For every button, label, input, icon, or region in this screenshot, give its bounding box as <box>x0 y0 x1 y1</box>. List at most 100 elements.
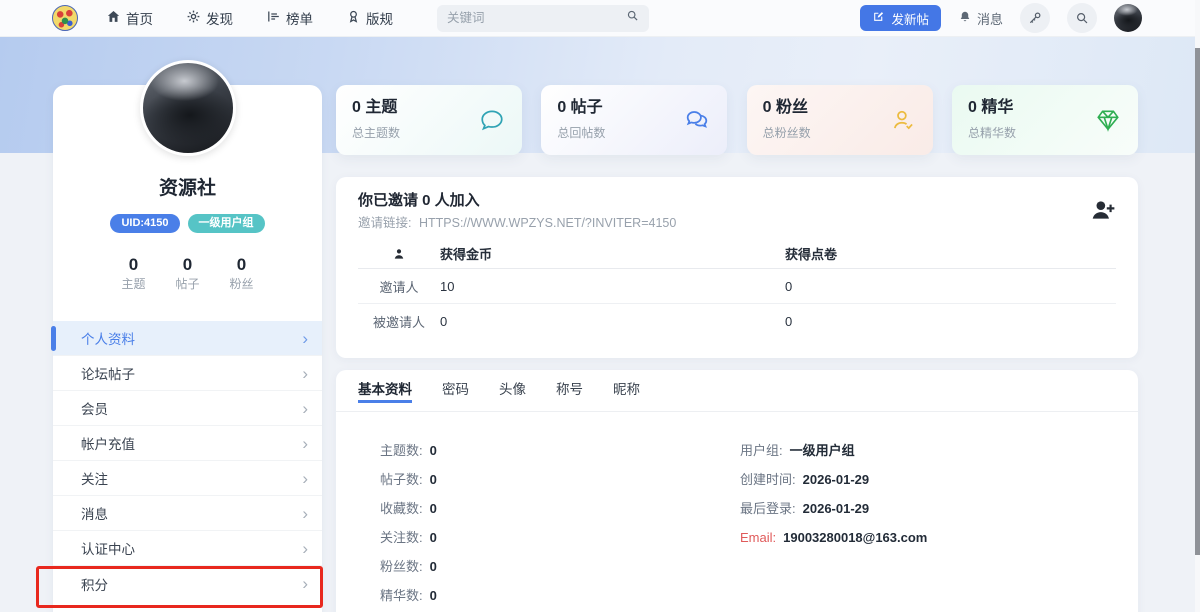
col-points-header: 获得点卷 <box>785 247 838 262</box>
field-post-count: 帖子数: 0 <box>380 472 437 487</box>
diamond-icon <box>1095 107 1121 133</box>
forum-profile-page: 首页 发现 榜单 版规 发新帖 <box>0 0 1200 612</box>
chevron-right-icon: › <box>302 363 308 383</box>
nav-link-ranking[interactable]: 榜单 <box>266 8 313 28</box>
user-avatar[interactable] <box>1114 4 1142 32</box>
person-icon <box>358 247 440 261</box>
scrollbar-track[interactable] <box>1195 0 1200 612</box>
group-badge: 一级用户组 <box>187 214 265 233</box>
sidebar-item-verification[interactable]: 认证中心 › <box>53 531 322 566</box>
navbar-search <box>437 4 649 32</box>
chevron-right-icon: › <box>302 433 308 453</box>
nav-links: 首页 发现 榜单 版规 <box>106 8 393 28</box>
table-row: 被邀请人 0 0 <box>372 314 793 330</box>
profile-panel: 基本资料 密码 头像 称号 昵称 主题数: 0 帖子数: 0 收藏数: 0 关注数: 0 <box>336 370 1138 612</box>
field-user-group: 用户组: 一级用户组 <box>740 443 855 458</box>
profile-tabs: 基本资料 密码 头像 称号 昵称 <box>336 370 1138 412</box>
field-email: Email: 19003280018@163.com <box>740 530 928 545</box>
chevron-right-icon: › <box>302 468 308 488</box>
field-following-count: 关注数: 0 <box>380 530 437 545</box>
field-topic-count: 主题数: 0 <box>380 443 437 458</box>
sidebar-item-profile[interactable]: 个人资料 › <box>51 321 322 356</box>
tab-avatar[interactable]: 头像 <box>499 378 526 403</box>
person-check-icon <box>890 107 916 133</box>
chevron-right-icon: › <box>302 538 308 558</box>
messages-button[interactable]: 消息 <box>958 9 1003 28</box>
stat-cards: 0 主题 总主题数 0 帖子 总回帖数 0 粉丝 总粉丝数 0 精华 总精华数 <box>336 85 1138 155</box>
nav-link-label: 发现 <box>206 12 233 27</box>
chat-bubble-icon <box>479 107 505 133</box>
nav-link-label: 首页 <box>126 12 153 27</box>
uid-badge: UID:4150 <box>110 214 180 233</box>
chat-double-icon <box>684 107 710 133</box>
table-row: 邀请人 10 0 <box>358 269 1116 304</box>
rules-icon <box>346 9 361 27</box>
profile-right-column: 用户组: 一级用户组 创建时间: 2026-01-29 最后登录: 2026-01-2… <box>740 442 927 612</box>
sidebar-stats: 0 主题 0 帖子 0 粉丝 <box>53 255 322 291</box>
sidebar-avatar[interactable] <box>139 60 236 156</box>
new-post-label: 发新帖 <box>891 12 929 27</box>
field-essence-count: 精华数: 0 <box>380 588 437 603</box>
search-button-icon[interactable] <box>1067 3 1097 33</box>
nav-link-home[interactable]: 首页 <box>106 8 153 28</box>
field-created-date: 创建时间: 2026-01-29 <box>740 472 870 487</box>
invite-info: 你已邀请 0 人加入 邀请链接: HTTPS://WWW.WPZYS.NET/?… <box>358 191 676 231</box>
invite-link-url[interactable]: HTTPS://WWW.WPZYS.NET/?INVITER=4150 <box>419 216 676 230</box>
tab-basic-info[interactable]: 基本资料 <box>358 378 412 403</box>
home-icon <box>106 9 121 27</box>
field-favorite-count: 收藏数: 0 <box>380 501 437 516</box>
sidebar-item-forum-posts[interactable]: 论坛帖子 › <box>53 356 322 391</box>
invite-table: 获得金币 获得点卷 邀请人 10 0 被邀请人 0 0 <box>358 239 1116 339</box>
nav-link-label: 版规 <box>366 12 393 27</box>
nav-link-discover[interactable]: 发现 <box>186 8 233 28</box>
field-fans-count: 粉丝数: 0 <box>380 559 437 574</box>
col-gold-header: 获得金币 <box>440 247 493 262</box>
new-post-button[interactable]: 发新帖 <box>860 5 941 31</box>
search-input[interactable] <box>447 11 626 25</box>
scrollbar-thumb[interactable] <box>1195 48 1200 555</box>
field-last-login: 最后登录: 2026-01-29 <box>740 501 870 516</box>
profile-left-column: 主题数: 0 帖子数: 0 收藏数: 0 关注数: 0 粉丝数: 0 精华数: 0 <box>380 442 740 612</box>
stat-card-topics: 0 主题 总主题数 <box>336 85 522 155</box>
key-icon[interactable] <box>1020 3 1050 33</box>
sidebar-menu: 个人资料 › 论坛帖子 › 会员 › 帐户充值 › 关注 › 消息 › 认证中心 › 积分 › <box>51 321 322 601</box>
stat-topics: 0 主题 <box>121 255 146 291</box>
profile-sidebar: 资源社 UID:4150 一级用户组 0 主题 0 帖子 0 粉丝 个人资料› <box>51 60 322 612</box>
invite-table-header: 获得金币 获得点卷 <box>358 239 1116 269</box>
navbar-right: 发新帖 消息 <box>860 3 1142 33</box>
top-navbar: 首页 发现 榜单 版规 发新帖 <box>0 0 1200 37</box>
invite-title: 你已邀请 0 人加入 <box>358 192 480 209</box>
user-badges: UID:4150 一级用户组 <box>53 214 322 233</box>
stat-card-fans: 0 粉丝 总粉丝数 <box>746 85 933 155</box>
sidebar-item-points[interactable]: 积分 › <box>53 566 322 601</box>
stat-fans: 0 粉丝 <box>229 255 254 291</box>
chevron-right-icon: › <box>302 574 308 593</box>
sidebar-item-follow[interactable]: 关注 › <box>53 461 322 496</box>
sidebar-item-membership[interactable]: 会员 › <box>53 391 322 426</box>
stat-posts: 0 帖子 <box>175 255 200 291</box>
nav-link-rules[interactable]: 版规 <box>346 8 393 28</box>
sidebar-item-messages[interactable]: 消息 › <box>53 496 322 531</box>
chevron-right-icon: › <box>302 503 308 523</box>
gear-icon <box>186 9 201 27</box>
invite-panel: 你已邀请 0 人加入 邀请链接: HTTPS://WWW.WPZYS.NET/?… <box>336 177 1138 358</box>
bell-icon <box>958 10 972 27</box>
chevron-right-icon: › <box>302 328 308 348</box>
site-logo[interactable] <box>52 5 78 31</box>
stat-card-essence: 0 精华 总精华数 <box>951 85 1138 155</box>
ranking-icon <box>266 9 281 27</box>
username: 资源社 <box>158 178 216 199</box>
search-icon[interactable] <box>626 9 639 27</box>
chevron-right-icon: › <box>302 398 308 418</box>
tab-title[interactable]: 称号 <box>556 378 583 403</box>
messages-label: 消息 <box>976 11 1003 27</box>
edit-icon <box>872 10 885 26</box>
nav-link-label: 榜单 <box>286 12 313 27</box>
person-plus-icon[interactable] <box>1090 191 1116 223</box>
tab-nickname[interactable]: 昵称 <box>613 378 640 403</box>
profile-details: 主题数: 0 帖子数: 0 收藏数: 0 关注数: 0 粉丝数: 0 精华数: 0 <box>336 412 1138 612</box>
tab-password[interactable]: 密码 <box>442 378 469 403</box>
stat-card-posts: 0 帖子 总回帖数 <box>541 85 728 155</box>
invite-link-label: 邀请链接: <box>358 216 412 230</box>
sidebar-item-recharge[interactable]: 帐户充值 › <box>53 426 322 461</box>
